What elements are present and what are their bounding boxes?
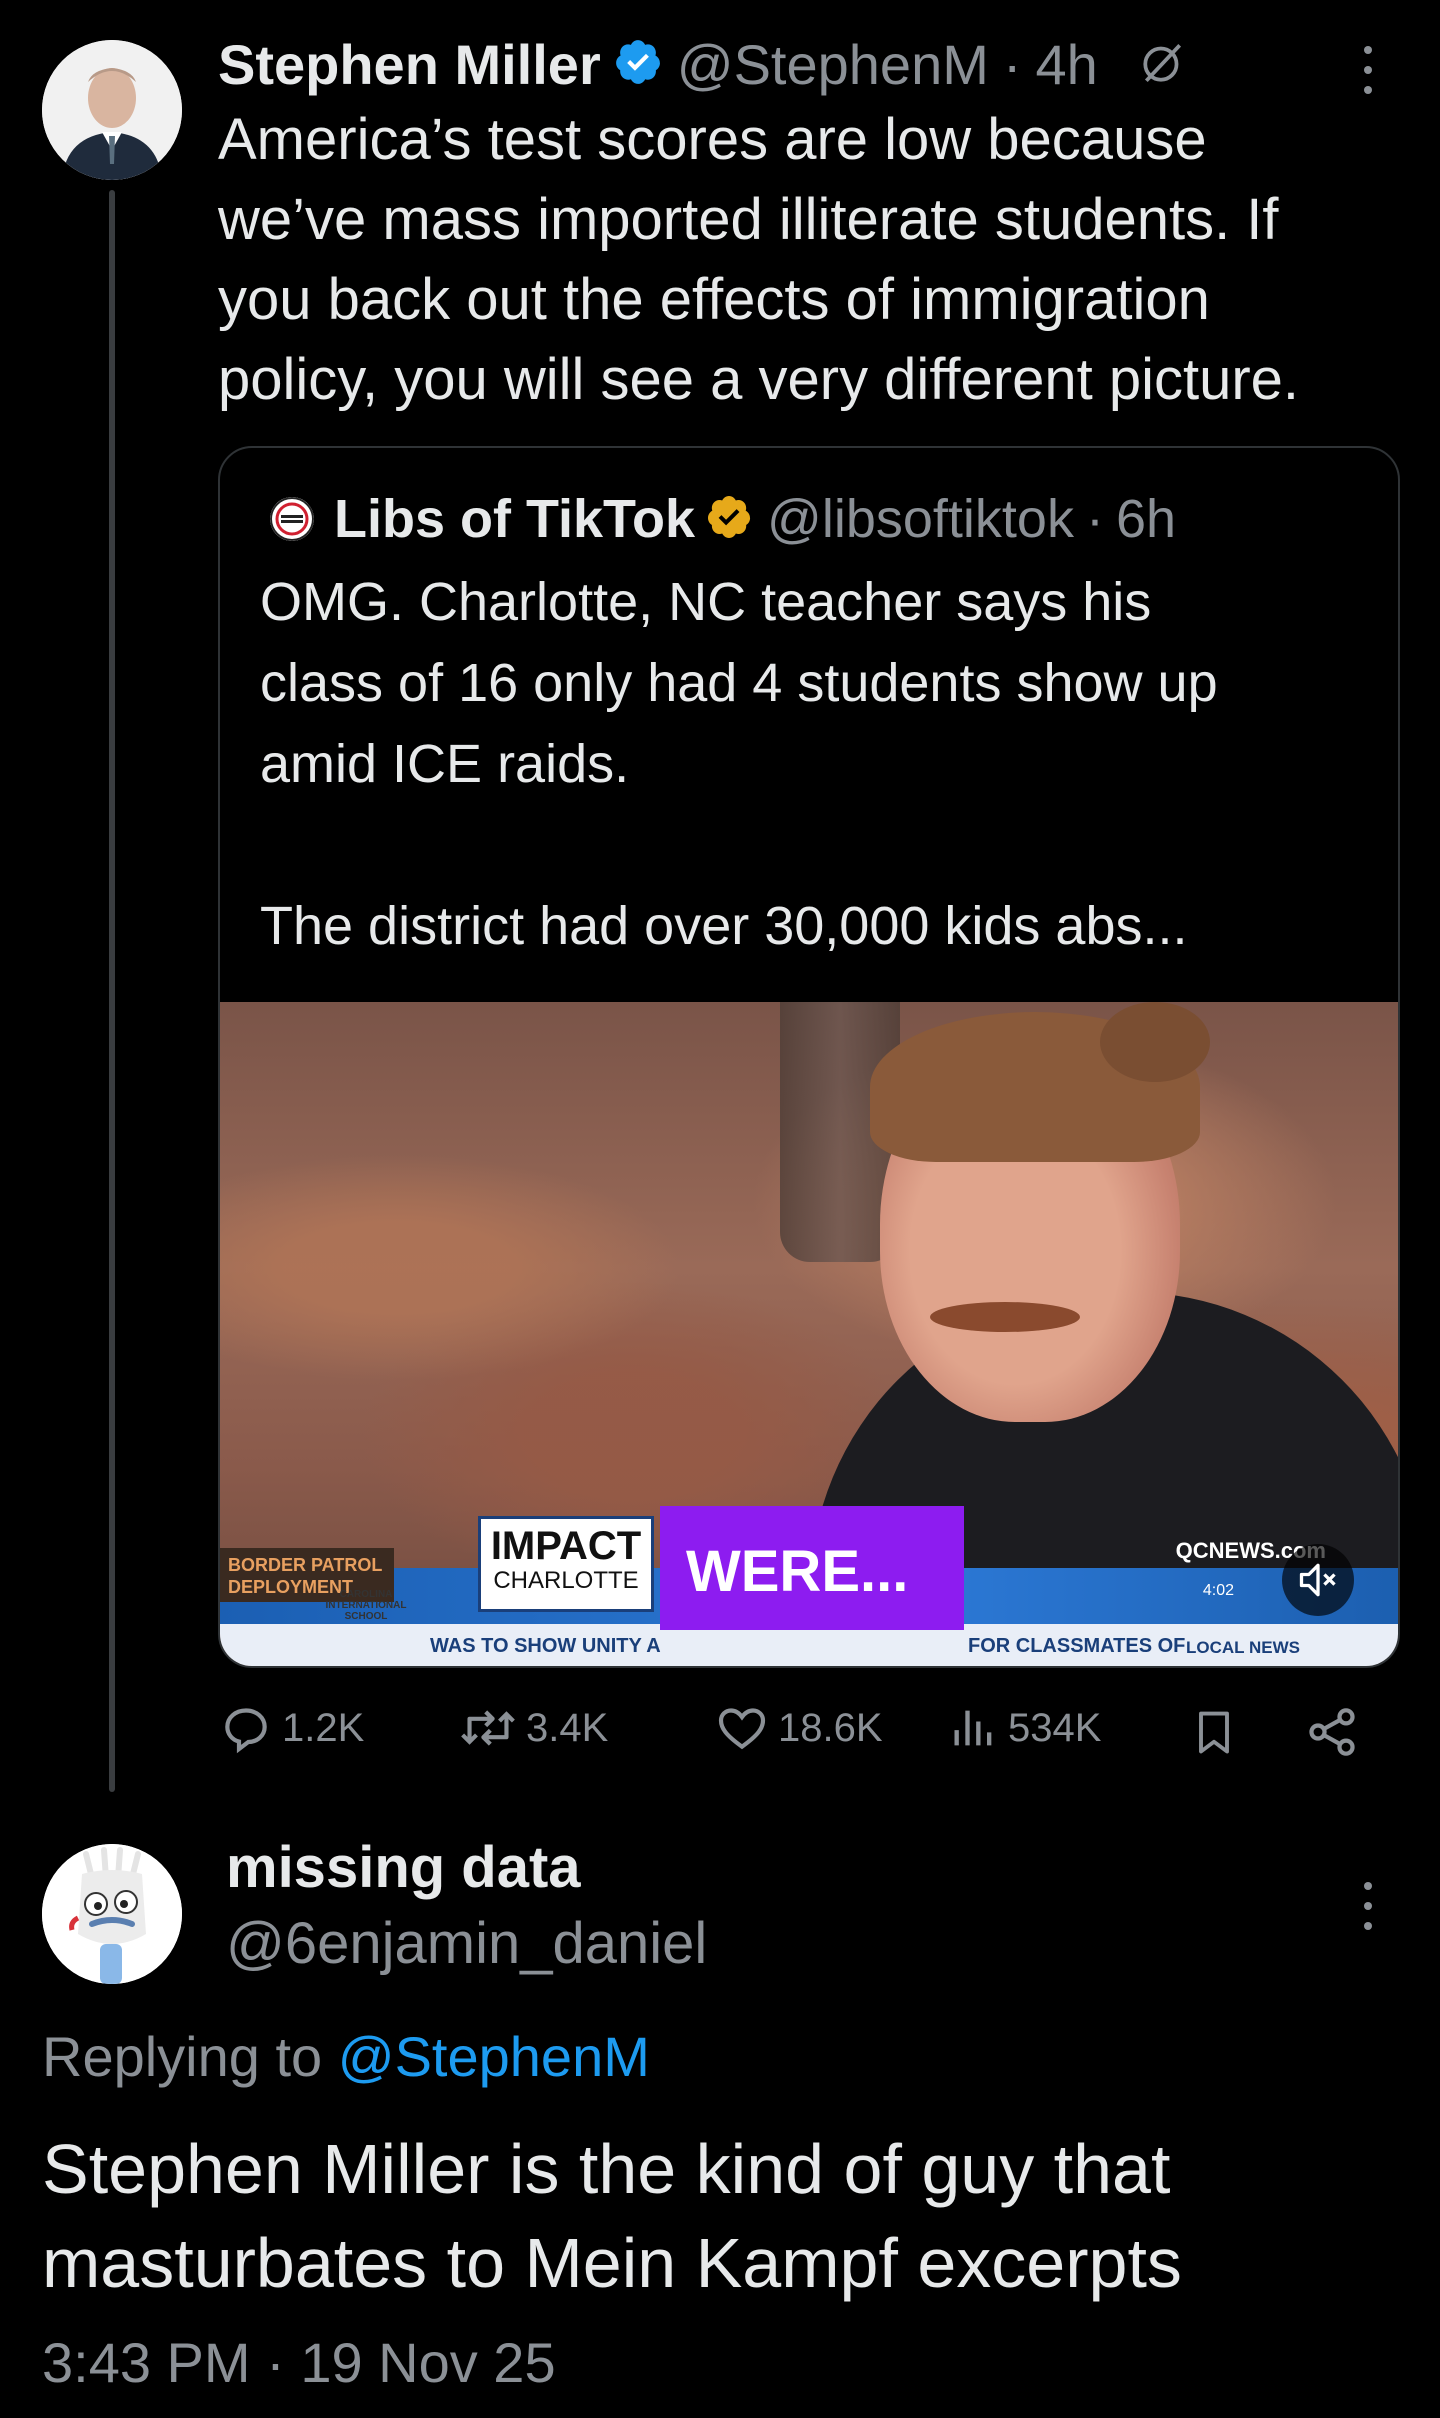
verified-badge-icon [613, 37, 663, 92]
views-chart-icon [954, 1710, 992, 1746]
quote-text: OMG. Charlotte, NC teacher says his clas… [260, 572, 1218, 956]
share-icon [1309, 1708, 1355, 1756]
video-player[interactable]: WAS TO SHOW UNITY A FOR CLASSMATES OF LO… [220, 1002, 1398, 1666]
quoted-tweet-card[interactable]: Libs of TikTok @libsoftiktok · 6h OMG. C… [218, 446, 1400, 1668]
tweet-time[interactable]: 4h [1036, 32, 1098, 97]
bookmark-icon [1199, 1711, 1229, 1754]
author-avatar[interactable] [42, 40, 182, 180]
tweet-actions: 1.2K 3.4K 18.6K 534K [218, 1700, 1368, 1770]
mute-button[interactable] [1282, 1544, 1354, 1616]
quote-avatar[interactable] [270, 497, 314, 541]
repost-count: 3.4K [526, 1705, 609, 1750]
local-news-text: LOCAL NEWS [1186, 1638, 1300, 1657]
reply-author-avatar[interactable] [42, 1844, 182, 1984]
caption-box: WERE... [660, 1506, 964, 1630]
news-lower-third: WAS TO SHOW UNITY A FOR CLASSMATES OF LO… [220, 1506, 1398, 1666]
author-handle[interactable]: @StephenM [677, 32, 989, 97]
quote-author-name[interactable]: Libs of TikTok [334, 488, 695, 550]
school-label: CAROLINA INTERNATIONAL SCHOOL [325, 1589, 407, 1622]
ticker-left-text: WAS TO SHOW UNITY A [430, 1635, 661, 1657]
avatar-photo [42, 40, 182, 180]
heart-icon [718, 1708, 766, 1750]
views-button[interactable]: 534K [948, 1700, 1101, 1756]
repost-button[interactable]: 3.4K [458, 1700, 608, 1756]
caption-word: WERE... [686, 1539, 909, 1604]
more-options-icon[interactable] [1356, 40, 1380, 105]
reply-button[interactable]: 1.2K [218, 1700, 364, 1756]
broadcast-clock: 4:02 [1202, 1582, 1234, 1599]
reply-more-options-icon[interactable] [1356, 1876, 1380, 1941]
ticker-right-text: FOR CLASSMATES OF [968, 1635, 1186, 1657]
reply-icon [225, 1708, 267, 1754]
quote-time: 6h [1115, 489, 1177, 549]
author-name[interactable]: Stephen Miller [218, 32, 601, 97]
reply-timestamp: 3:43 PM · 19 Nov 25 [42, 2331, 556, 2394]
reply-author-name[interactable]: missing data [226, 1834, 581, 1901]
like-button[interactable]: 18.6K [714, 1700, 883, 1756]
tweet-text-line: America’s test scores are low because [218, 107, 1207, 172]
reply-text-line: masturbates to Mein Kampf excerpts [42, 2224, 1182, 2302]
impact-charlotte-logo: IMPACT CHARLOTTE [478, 1516, 654, 1612]
thread-line [109, 190, 115, 1792]
bookmark-button[interactable] [1188, 1704, 1240, 1765]
libs-of-tiktok-logo-icon [270, 497, 314, 541]
view-count: 534K [1008, 1705, 1102, 1750]
replying-prefix: Replying to [42, 2025, 323, 2088]
tweet-text-line: policy, you will see a very different pi… [218, 347, 1300, 412]
share-button[interactable] [1304, 1704, 1360, 1765]
reply-text: Stephen Miller is the kind of guy that m… [42, 2122, 1422, 2310]
impact-subtitle: CHARLOTTE [493, 1567, 639, 1594]
gold-verified-badge-icon [705, 493, 753, 546]
tweet-text: America’s test scores are low because we… [218, 100, 1418, 420]
replying-to-mention[interactable]: @StephenM [338, 2025, 650, 2088]
like-count: 18.6K [778, 1705, 883, 1750]
news-ticker: WAS TO SHOW UNITY A FOR CLASSMATES OF LO… [220, 1624, 1398, 1666]
repost-icon [461, 1710, 515, 1746]
dot-separator: · [1002, 32, 1022, 96]
reply-count: 1.2K [282, 1705, 365, 1750]
reply-author-handle[interactable]: @6enjamin_daniel [226, 1910, 707, 1977]
quote-header: Libs of TikTok @libsoftiktok · 6h [270, 484, 1176, 554]
impact-title: IMPACT [490, 1524, 642, 1568]
video-person-mustache [930, 1302, 1080, 1332]
tweet-text-line: we’ve mass imported illiterate students.… [218, 187, 1279, 252]
tweet-header: Stephen Miller @StephenM · 4h [218, 24, 1188, 104]
replying-to-line: Replying to @StephenM [42, 2024, 650, 2089]
video-person-bun [1100, 1002, 1210, 1082]
reply-text-line: Stephen Miller is the kind of guy that [42, 2130, 1171, 2208]
tweet-text-line: you back out the effects of immigration [218, 267, 1210, 332]
quote-author-handle[interactable]: @libsoftiktok [767, 488, 1074, 550]
dot-separator: · [1085, 489, 1104, 549]
grok-icon[interactable] [1138, 37, 1188, 92]
forky-avatar [42, 1844, 182, 1984]
speaker-muted-icon [1299, 1563, 1336, 1597]
